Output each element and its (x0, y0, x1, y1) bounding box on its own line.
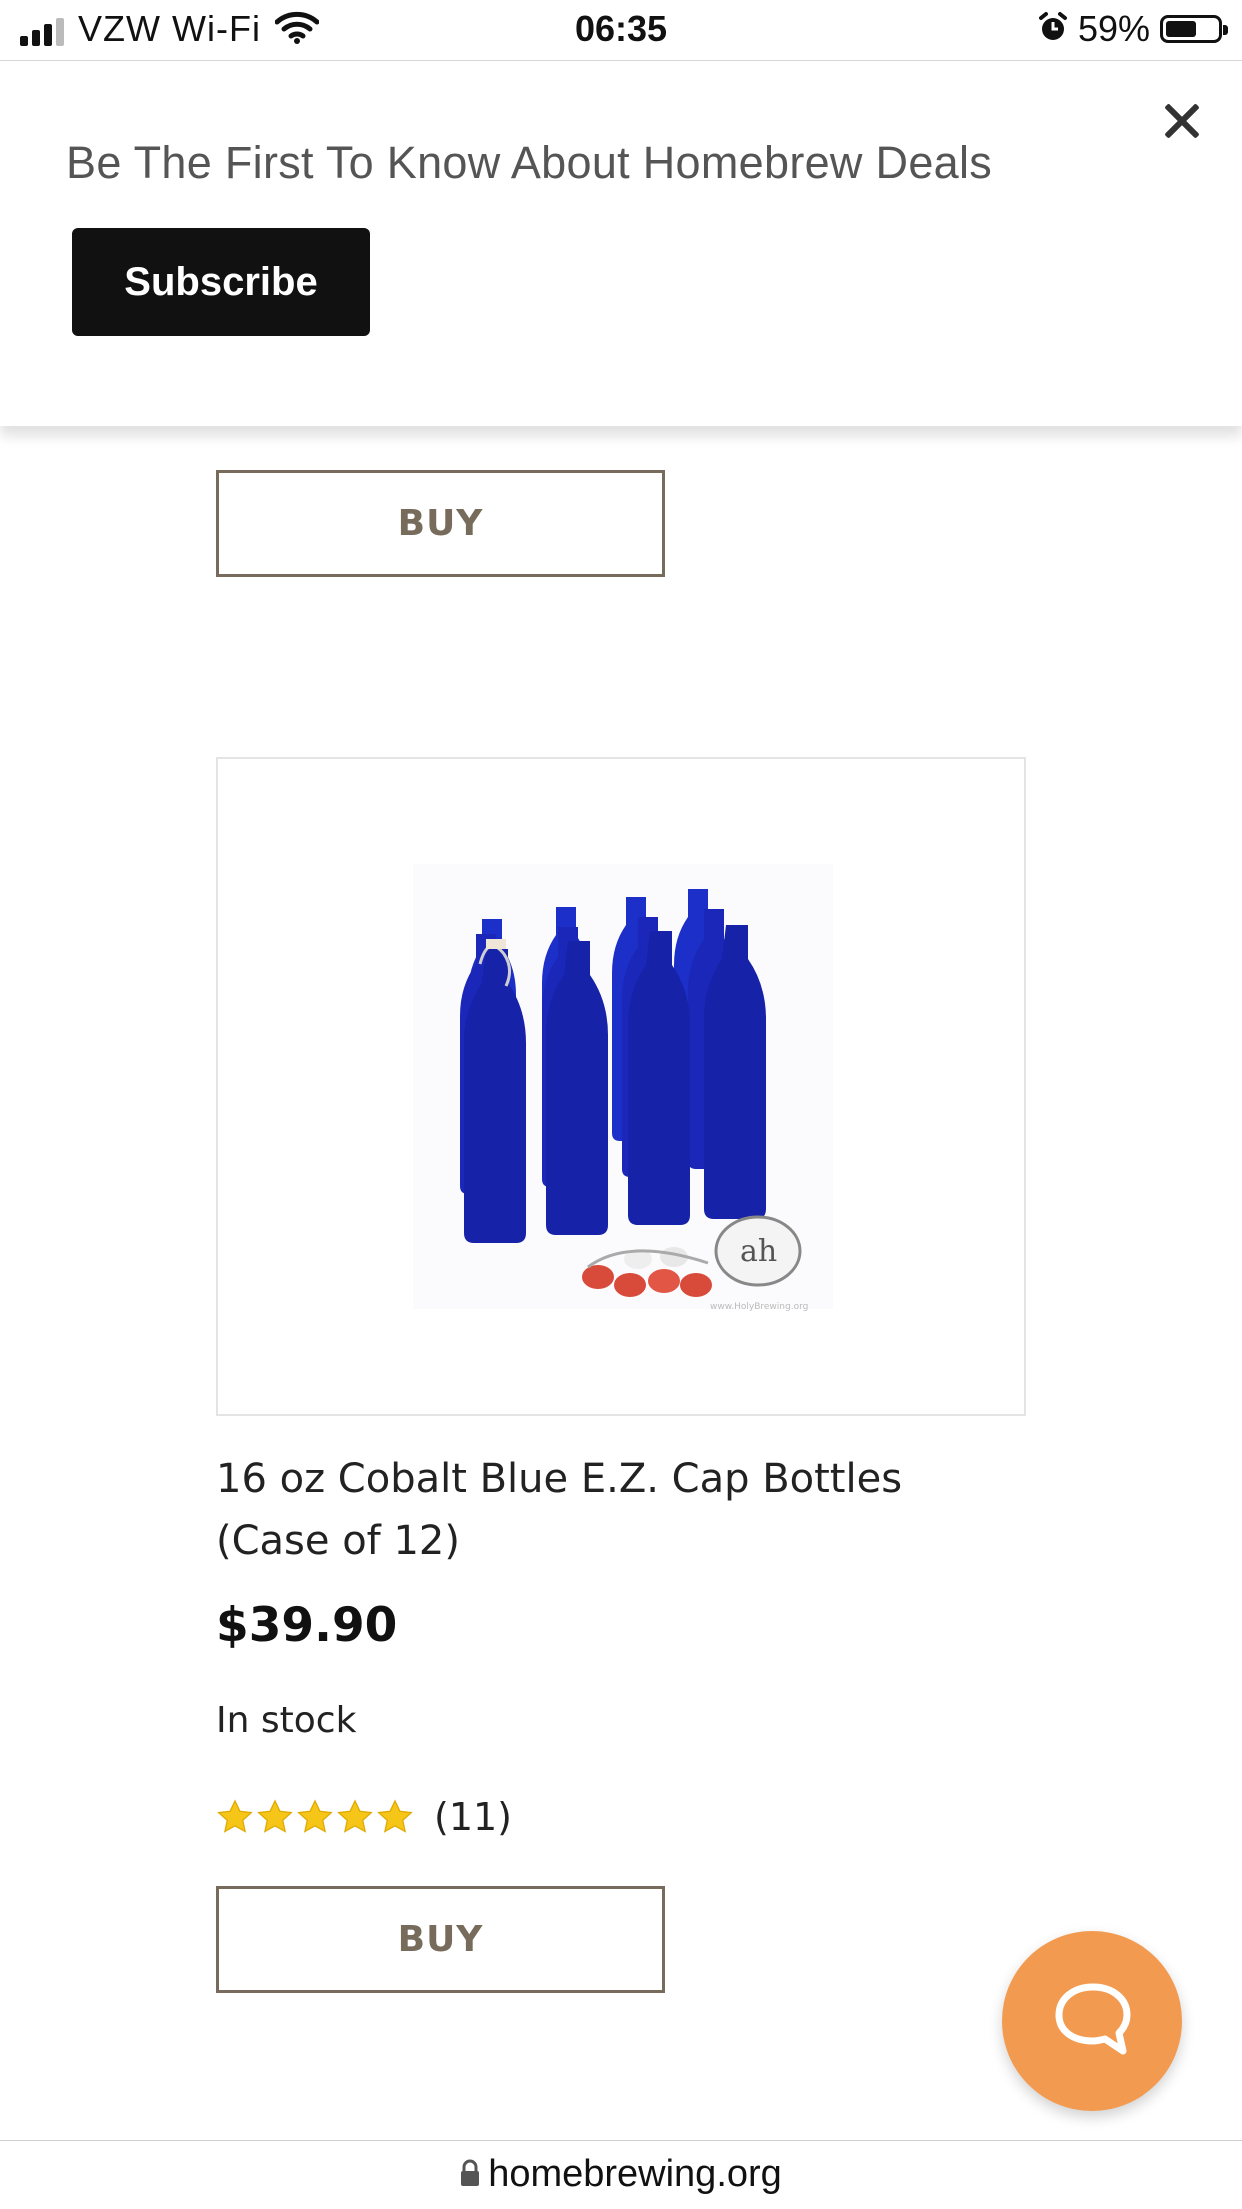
star-icon (337, 1799, 373, 1833)
battery-percent: 59% (1077, 8, 1150, 49)
product-image[interactable]: ah www.HolyBrewing.org (216, 757, 1026, 1416)
rating-count: (11) (434, 1795, 513, 1839)
battery-nub (1223, 25, 1228, 35)
product-title[interactable]: 16 oz Cobalt Blue E.Z. Cap Bottles (Case… (216, 1448, 1016, 1572)
rating-stars (216, 1798, 414, 1836)
battery-icon (1160, 15, 1228, 43)
battery-fill (1166, 21, 1196, 37)
subscribe-banner: Be The First To Know About Homebrew Deal… (0, 61, 1242, 426)
url-bar[interactable]: homebrewing.org (0, 2140, 1242, 2209)
star-icon (377, 1799, 413, 1833)
star-icon (297, 1799, 333, 1833)
status-bar: VZW Wi-Fi 06:35 59% (0, 0, 1242, 61)
close-icon[interactable] (1158, 97, 1206, 145)
alarm-icon (1038, 11, 1068, 48)
product-title-line1: 16 oz Cobalt Blue E.Z. Cap Bottles (216, 1456, 903, 1502)
product-price: $39.90 (216, 1598, 398, 1653)
chat-button[interactable] (1002, 1931, 1182, 2111)
star-icon (257, 1799, 293, 1833)
star-icon (217, 1799, 253, 1833)
subscribe-button[interactable]: Subscribe (72, 228, 370, 336)
product-rating[interactable]: (11) (216, 1795, 512, 1839)
url-domain: homebrewing.org (488, 2153, 782, 2195)
buy-button[interactable]: BUY (216, 1886, 665, 1993)
status-right: 59% (1038, 8, 1228, 50)
stock-status: In stock (216, 1700, 357, 1741)
image-watermark: www.HolyBrewing.org (710, 1302, 808, 1312)
chat-bubble-icon (1055, 1983, 1131, 2055)
lock-icon (460, 2154, 480, 2197)
banner-text: Be The First To Know About Homebrew Deal… (66, 137, 993, 188)
product-title-line2: (Case of 12) (216, 1518, 460, 1564)
cobalt-bottles-image: ah www.HolyBrewing.org (413, 864, 833, 1312)
svg-text:ah: ah (740, 1234, 777, 1269)
previous-product-buy-button[interactable]: BUY (216, 470, 665, 577)
